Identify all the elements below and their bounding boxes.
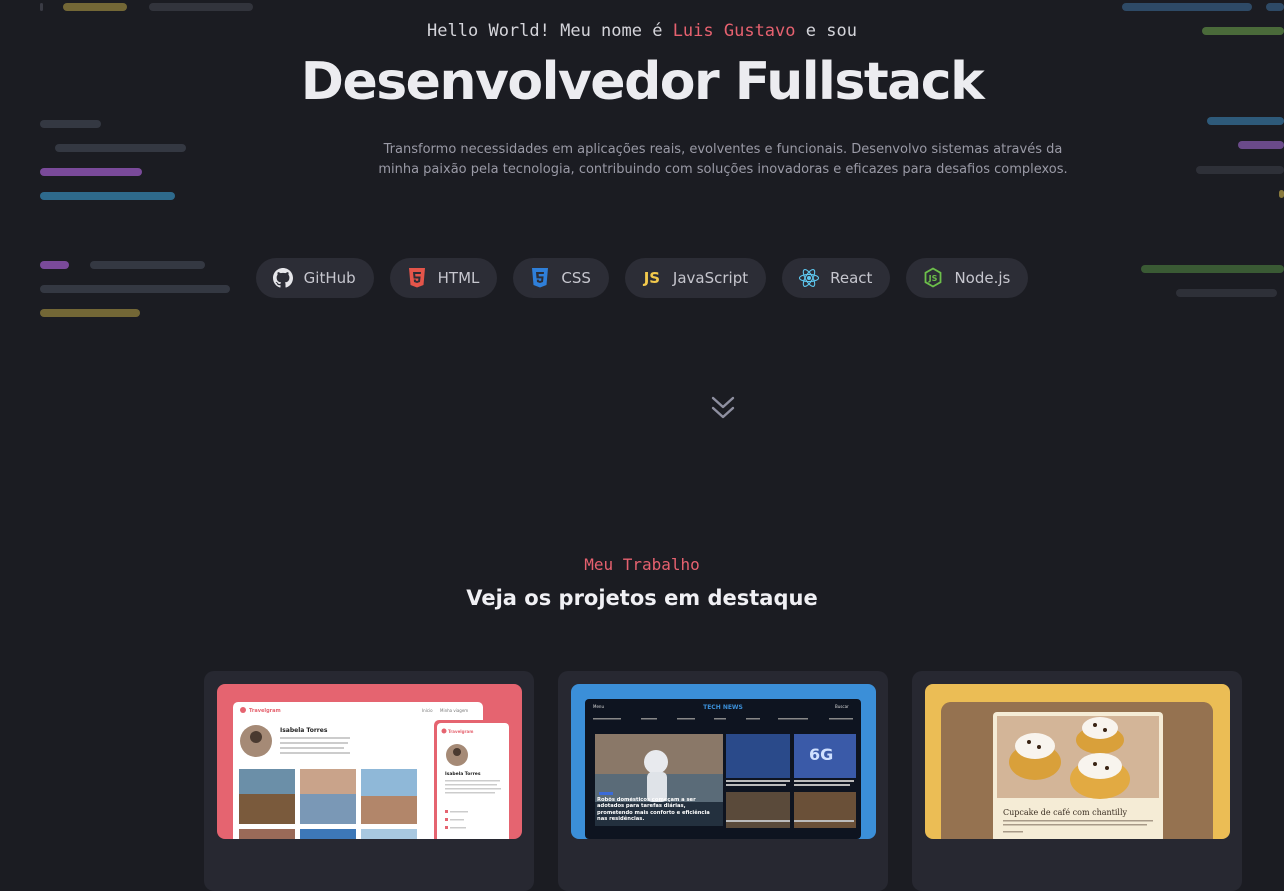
skill-label: CSS: [561, 269, 591, 287]
hero-greeting: Hello World! Meu nome é Luis Gustavo e s…: [0, 21, 1284, 41]
mockup-headline: Robôs domésticos começam a ser adotados …: [597, 797, 710, 823]
project-card-recipe[interactable]: Cupcake de café com chantilly: [912, 671, 1242, 891]
mockup-menu: Menu: [593, 704, 604, 709]
section-kicker: Meu Trabalho: [584, 555, 700, 574]
skill-label: JavaScript: [672, 269, 749, 287]
project-card-tech-news[interactable]: Menu TECH NEWS Buscar Robôs domésticos c…: [558, 671, 888, 891]
mockup-logo: Travelgram: [249, 708, 281, 714]
skill-chip-css[interactable]: CSS: [513, 258, 609, 298]
project-card-travelgram[interactable]: Travelgram Início Minha viagem Isabela T…: [204, 671, 534, 891]
mockup-recipe-title: Cupcake de café com chantilly: [1003, 808, 1128, 817]
hero-title: Desenvolvedor Fullstack: [300, 52, 985, 112]
project-thumbnail: Travelgram Início Minha viagem Isabela T…: [217, 684, 522, 839]
mockup-mobile-name: Isabela Torres: [445, 771, 481, 777]
section-title: Veja os projetos em destaque: [466, 586, 818, 610]
skill-chip-html[interactable]: HTML: [389, 258, 498, 298]
mockup-nav-a: Início: [422, 708, 433, 713]
svg-text:JS: JS: [928, 274, 938, 283]
skill-chip-react[interactable]: React: [782, 258, 891, 298]
skills-list: GitHub HTML CSS JS JavaScript React JS N…: [0, 258, 1284, 298]
hero-description: Transformo necessidades em aplicações re…: [378, 142, 1068, 177]
mockup-profile-name: Isabela Torres: [280, 727, 328, 734]
skill-label: React: [830, 269, 873, 287]
css3-icon: [529, 267, 551, 289]
project-thumbnail: Menu TECH NEWS Buscar Robôs domésticos c…: [571, 684, 876, 839]
skill-chip-javascript[interactable]: JS JavaScript: [624, 258, 767, 298]
html5-icon: [406, 267, 428, 289]
js-icon: JS: [643, 269, 661, 287]
react-icon: [798, 267, 820, 289]
nodejs-icon: JS: [922, 267, 944, 289]
skill-label: Node.js: [954, 269, 1011, 287]
greeting-suffix: e sou: [795, 21, 857, 41]
mockup-mobile-logo: Travelgram: [448, 729, 473, 734]
double-chevron-down-icon[interactable]: [709, 393, 737, 423]
project-thumbnail: Cupcake de café com chantilly: [925, 684, 1230, 839]
greeting-prefix: Hello World! Meu nome é: [427, 21, 673, 41]
mockup-brand: TECH NEWS: [703, 704, 743, 711]
mockup-nav-b: Minha viagem: [440, 708, 468, 713]
svg-text:6G: 6G: [809, 745, 833, 764]
skill-chip-nodejs[interactable]: JS Node.js: [906, 258, 1029, 298]
skill-label: HTML: [437, 269, 480, 287]
github-icon: [272, 267, 294, 289]
mockup-search: Buscar: [835, 704, 849, 709]
skill-label: GitHub: [303, 269, 356, 287]
skill-chip-github[interactable]: GitHub: [255, 258, 374, 298]
greeting-name: Luis Gustavo: [672, 21, 796, 41]
